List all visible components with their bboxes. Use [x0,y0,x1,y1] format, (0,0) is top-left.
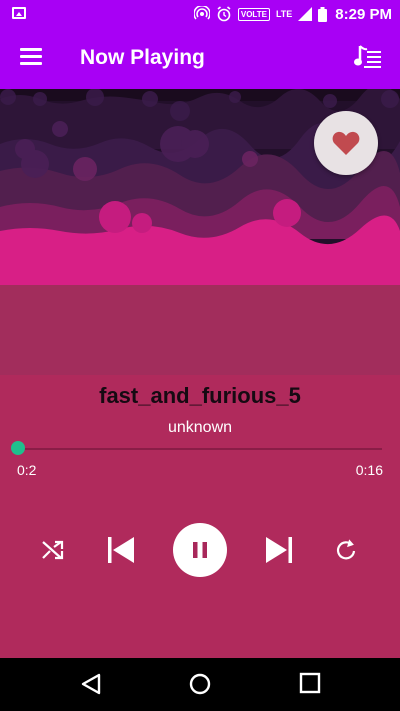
back-icon [81,673,101,695]
status-icons: VOLTE LTE 8:29 PM [193,4,392,24]
track-title: fast_and_furious_5 [99,383,301,408]
previous-button[interactable] [107,535,135,570]
page-title: Now Playing [80,46,205,69]
repeat-icon [336,539,356,560]
play-pause-button[interactable] [173,523,227,577]
favorite-button[interactable] [314,111,378,175]
app-bar: Now Playing [0,28,400,89]
shuffle-button[interactable] [41,538,65,567]
playlist-icon[interactable] [354,44,384,72]
time-total: 0:16 [355,462,383,478]
next-button[interactable] [265,535,293,570]
alarm-icon [217,6,231,22]
home-icon [189,673,211,695]
system-nav-bar [0,658,400,711]
shuffle-icon [42,540,64,560]
hotspot-icon [193,6,210,20]
signal-icon [298,7,313,21]
back-button[interactable] [80,672,102,701]
lte-label: LTE [275,8,293,19]
repeat-button[interactable] [334,538,358,567]
status-ampm: PM [369,5,393,23]
menu-icon[interactable] [20,48,42,66]
volte-badge: VOLTE [237,7,270,21]
battery-icon [318,6,328,22]
skip-previous-icon [108,537,134,563]
seek-bar[interactable] [18,448,382,450]
status-bar: VOLTE LTE 8:29 PM [0,0,400,28]
status-time: 8:29 PM [335,6,392,23]
heart-icon [332,131,360,155]
status-time-value: 8:29 [335,5,366,23]
skip-next-icon [266,537,292,563]
time-current: 0:2 [17,462,37,478]
seek-thumb[interactable] [11,441,25,455]
album-art-lower [0,285,400,375]
pause-icon [193,542,207,558]
track-artist: unknown [167,419,233,436]
recents-icon [299,672,321,694]
home-button[interactable] [188,672,212,701]
recents-button[interactable] [299,672,321,699]
gallery-icon [12,7,26,19]
